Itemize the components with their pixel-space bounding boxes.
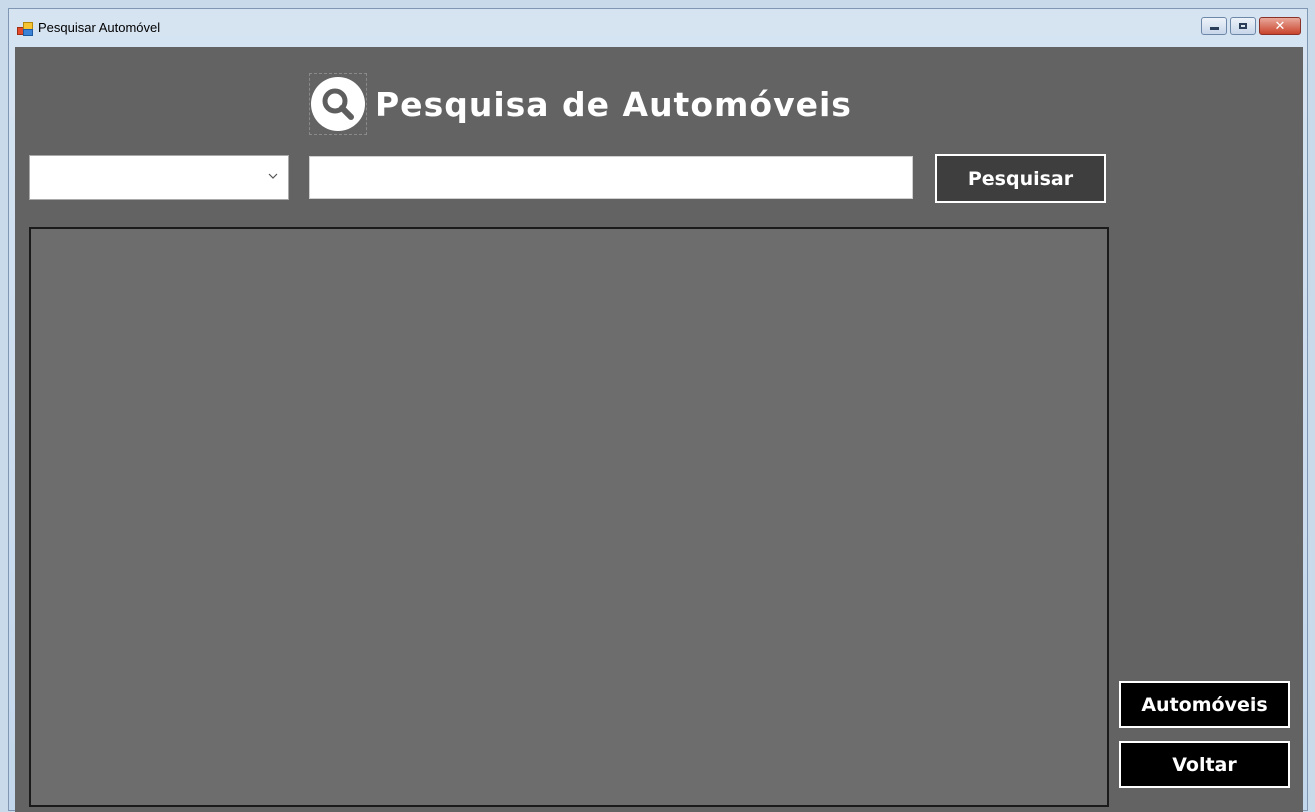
search-logo xyxy=(309,73,367,135)
minimize-button[interactable] xyxy=(1201,17,1227,35)
page-header: Pesquisa de Automóveis xyxy=(309,73,852,135)
page-title: Pesquisa de Automóveis xyxy=(375,84,852,124)
app-icon xyxy=(17,22,33,36)
search-input[interactable] xyxy=(309,156,913,199)
chevron-down-icon xyxy=(268,173,278,179)
search-button[interactable]: Pesquisar xyxy=(935,154,1106,203)
close-button[interactable]: ✕ xyxy=(1259,17,1301,35)
filter-combobox[interactable] xyxy=(29,155,289,200)
results-grid[interactable] xyxy=(29,227,1109,807)
form-client-area: Pesquisa de Automóveis Pesquisar Automóv… xyxy=(15,47,1303,812)
app-window: Pesquisar Automóvel ✕ Pesquisa de Automó… xyxy=(8,8,1308,812)
title-bar[interactable]: Pesquisar Automóvel ✕ xyxy=(9,9,1307,47)
window-title: Pesquisar Automóvel xyxy=(38,20,161,35)
maximize-button[interactable] xyxy=(1230,17,1256,35)
voltar-button[interactable]: Voltar xyxy=(1119,741,1290,788)
automoveis-button[interactable]: Automóveis xyxy=(1119,681,1290,728)
caption-buttons: ✕ xyxy=(1201,17,1301,35)
search-icon xyxy=(311,77,365,131)
